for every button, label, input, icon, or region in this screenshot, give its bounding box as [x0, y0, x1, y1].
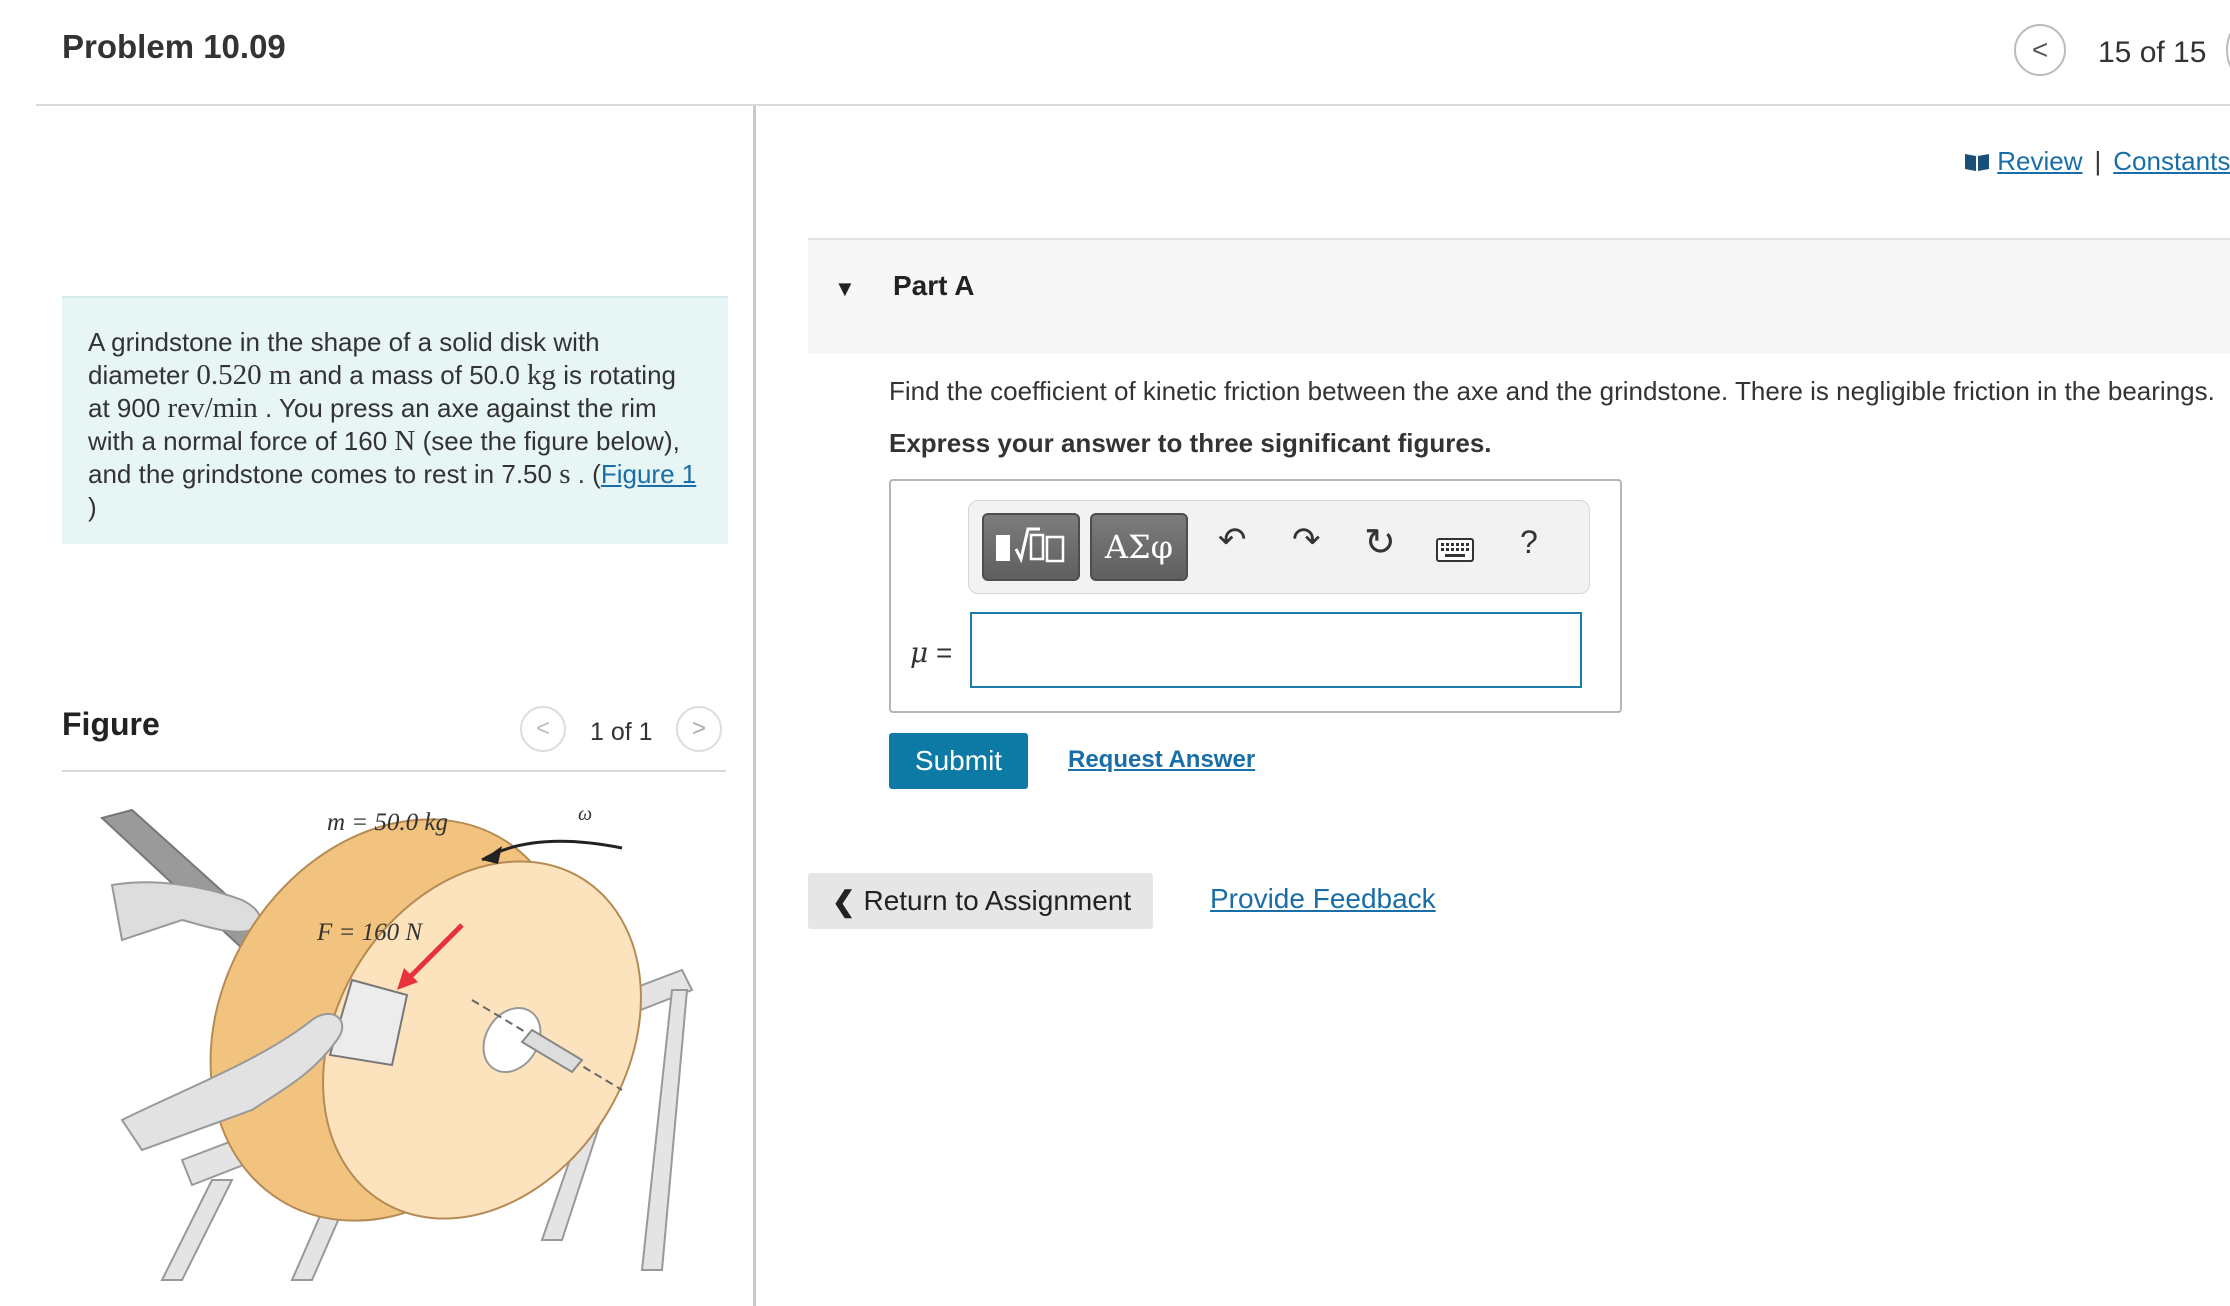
- figure-link[interactable]: Figure 1: [601, 459, 696, 489]
- book-icon: [1965, 154, 1989, 171]
- collapse-toggle-icon[interactable]: ▼: [834, 276, 856, 302]
- help-button[interactable]: ?: [1520, 524, 1538, 561]
- chevron-right-icon: >: [691, 715, 706, 742]
- redo-icon[interactable]: ↷: [1292, 520, 1321, 560]
- chevron-left-icon: <: [535, 715, 550, 742]
- figure-count: 1 of 1: [590, 718, 653, 746]
- templates-icon: [996, 527, 1065, 564]
- chevron-left-icon: ❮: [832, 885, 856, 917]
- submit-button[interactable]: Submit: [889, 733, 1028, 789]
- answer-input[interactable]: [970, 612, 1582, 688]
- diameter-value: 0.520: [196, 359, 262, 391]
- undo-icon[interactable]: ↶: [1218, 520, 1247, 560]
- pane-divider[interactable]: [753, 106, 756, 1306]
- problem-statement: A grindstone in the shape of a solid dis…: [62, 296, 728, 544]
- next-problem-button[interactable]: [2226, 24, 2230, 76]
- figure-heading: Figure: [62, 706, 160, 742]
- omega-label: ω: [578, 803, 592, 825]
- greek-symbols-button[interactable]: ΑΣφ: [1090, 513, 1188, 581]
- keyboard-icon[interactable]: [1436, 538, 1474, 562]
- return-to-assignment-button[interactable]: ❮ Return to Assignment: [808, 873, 1153, 929]
- chevron-left-icon: <: [2031, 34, 2049, 65]
- back-hand: [110, 881, 262, 942]
- speed-value: 900: [116, 393, 161, 423]
- mass-value: 50.0: [469, 360, 520, 390]
- part-title: Part A: [893, 270, 975, 301]
- templates-button[interactable]: [982, 513, 1080, 581]
- force-label: F = 160 N: [316, 919, 423, 946]
- previous-problem-button[interactable]: <: [2014, 24, 2066, 76]
- time-value: 7.50: [501, 459, 552, 489]
- grindstone-figure: m = 50.0 kg F = 160 N ω: [99, 803, 694, 1281]
- problem-title: Problem 10.09: [62, 28, 286, 65]
- review-link[interactable]: Review: [1997, 146, 2082, 176]
- review-constants-links: Review | Constants: [1964, 146, 2230, 177]
- instruction-text: Express your answer to three significant…: [889, 428, 1492, 458]
- part-a-header[interactable]: [808, 240, 2230, 354]
- mass-label: m = 50.0 kg: [327, 809, 448, 836]
- figure-next-button[interactable]: >: [676, 706, 722, 752]
- provide-feedback-link[interactable]: Provide Feedback: [1210, 883, 1436, 915]
- reset-icon[interactable]: ↻: [1364, 520, 1396, 565]
- header-divider: [36, 104, 2230, 106]
- answer-variable-label: μ =: [910, 636, 953, 669]
- problem-position: 15 of 15: [2098, 36, 2207, 69]
- figure-divider: [62, 770, 726, 772]
- force-value: 160: [343, 426, 388, 456]
- question-text: Find the coefficient of kinetic friction…: [889, 376, 2215, 406]
- request-answer-link[interactable]: Request Answer: [1068, 746, 1255, 774]
- figure-prev-button[interactable]: <: [520, 706, 566, 752]
- constants-link[interactable]: Constants: [2113, 146, 2230, 176]
